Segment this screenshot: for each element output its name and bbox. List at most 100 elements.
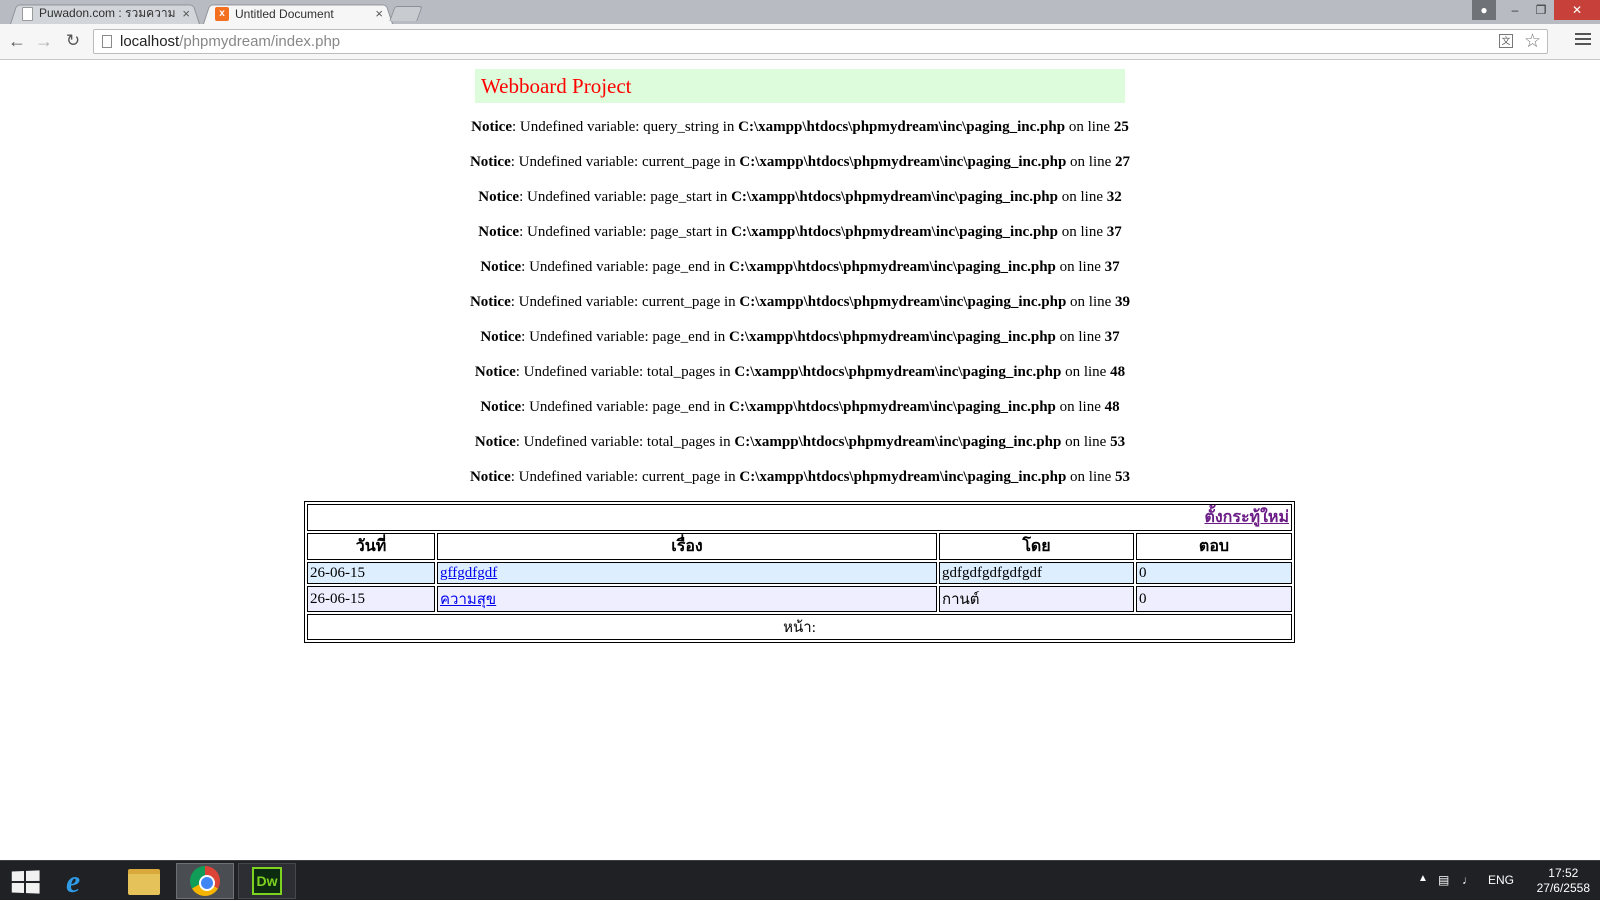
chrome-icon[interactable]	[190, 866, 220, 896]
language-indicator[interactable]: ENG	[1488, 873, 1514, 887]
notice-file-path: C:\xampp\htdocs\phpmydream\inc\paging_in…	[729, 399, 1056, 415]
topic-link[interactable]: gffgdfgdf	[440, 565, 497, 581]
clock[interactable]: 17:52 27/6/2558	[1537, 866, 1590, 896]
notice-label: Notice	[480, 259, 522, 275]
notice-line: Notice: Undefined variable: page_start i…	[0, 189, 1600, 206]
close-icon[interactable]: ×	[375, 6, 383, 21]
notice-line-number: 37	[1106, 224, 1122, 240]
notice-on-line: on line	[1066, 294, 1116, 310]
notice-line: Notice: Undefined variable: total_pages …	[0, 364, 1600, 381]
notice-label: Notice	[478, 189, 520, 205]
notice-label: Notice	[469, 154, 511, 170]
notice-label: Notice	[469, 469, 511, 485]
back-button[interactable]: ←	[7, 31, 27, 51]
browser-toolbar: ← → ↻ localhost/phpmydream/index.php 文 ☆	[0, 24, 1600, 60]
notice-message: : Undefined variable: query_string in	[511, 119, 739, 135]
notice-file-path: C:\xampp\htdocs\phpmydream\inc\paging_in…	[729, 329, 1056, 345]
notice-message: : Undefined variable: page_start in	[519, 189, 732, 205]
notice-line-number: 39	[1115, 294, 1131, 310]
close-icon[interactable]: ×	[182, 6, 190, 21]
restore-button[interactable]: ❐	[1528, 0, 1554, 20]
row-replies: 0	[1136, 586, 1292, 612]
notice-line-number: 27	[1115, 154, 1131, 170]
notice-on-line: on line	[1066, 469, 1116, 485]
column-header-replies: ตอบ	[1136, 533, 1292, 560]
row-date: 26-06-15	[307, 586, 435, 612]
notice-message: : Undefined variable: current_page in	[510, 154, 740, 170]
notice-file-path: C:\xampp\htdocs\phpmydream\inc\paging_in…	[734, 364, 1062, 380]
notice-message: : Undefined variable: page_end in	[521, 399, 729, 415]
notice-line-number: 37	[1104, 329, 1120, 345]
column-header-by: โดย	[939, 533, 1134, 560]
notice-on-line: on line	[1065, 119, 1114, 135]
notice-line-number: 48	[1104, 399, 1120, 415]
notice-file-path: C:\xampp\htdocs\phpmydream\inc\paging_in…	[739, 469, 1067, 485]
notice-label: Notice	[471, 119, 512, 135]
notice-line-number: 37	[1104, 259, 1120, 275]
bookmark-star-icon[interactable]: ☆	[1524, 30, 1541, 53]
notice-file-path: C:\xampp\htdocs\phpmydream\inc\paging_in…	[734, 434, 1062, 450]
url-text: localhost/phpmydream/index.php	[120, 30, 340, 53]
notice-file-path: C:\xampp\htdocs\phpmydream\inc\paging_in…	[731, 224, 1058, 240]
notice-file-path: C:\xampp\htdocs\phpmydream\inc\paging_in…	[731, 189, 1058, 205]
notice-line: Notice: Undefined variable: page_end in …	[0, 259, 1600, 276]
new-tab-button[interactable]	[389, 6, 423, 21]
forward-button[interactable]: →	[34, 31, 54, 51]
notice-line-number: 53	[1115, 469, 1131, 485]
reload-button[interactable]: ↻	[63, 31, 83, 51]
notice-label: Notice	[469, 294, 511, 310]
row-date: 26-06-15	[307, 562, 435, 584]
notice-line: Notice: Undefined variable: current_page…	[0, 154, 1600, 171]
close-window-button[interactable]: ✕	[1554, 0, 1600, 20]
clock-date: 27/6/2558	[1536, 881, 1590, 895]
file-explorer-icon[interactable]	[128, 869, 160, 895]
notice-message: : Undefined variable: page_end in	[521, 329, 729, 345]
notice-file-path: C:\xampp\htdocs\phpmydream\inc\paging_in…	[729, 259, 1056, 275]
notice-label: Notice	[480, 329, 522, 345]
address-bar[interactable]: localhost/phpmydream/index.php 文 ☆	[93, 29, 1548, 54]
row-author: gdfgdfgdfgdfgdf	[939, 562, 1134, 584]
table-row: 26-06-15 gffgdfgdf gdfgdfgdfgdfgdf 0	[307, 562, 1292, 584]
url-host: localhost	[120, 33, 180, 50]
row-author: กานต์	[939, 586, 1134, 612]
notice-line: Notice: Undefined variable: current_page…	[0, 469, 1600, 486]
windows-start-icon[interactable]	[11, 870, 40, 894]
topic-link[interactable]: ความสุข	[440, 592, 496, 608]
tab-strip: Puwadon.com : รวมความรู้... × x Untitled…	[0, 0, 1600, 25]
notice-on-line: on line	[1061, 434, 1111, 450]
notice-line: Notice: Undefined variable: page_end in …	[0, 329, 1600, 346]
row-topic-cell: ความสุข	[437, 586, 937, 612]
notice-on-line: on line	[1057, 189, 1107, 205]
notice-file-path: C:\xampp\htdocs\phpmydream\inc\paging_in…	[739, 154, 1067, 170]
notice-on-line: on line	[1061, 364, 1111, 380]
volume-icon[interactable]: ♩	[1462, 873, 1474, 887]
menu-icon[interactable]	[1575, 33, 1591, 48]
tab-puwadon[interactable]: Puwadon.com : รวมความรู้... ×	[10, 3, 200, 25]
clock-time: 17:52	[1548, 866, 1579, 880]
notice-message: : Undefined variable: total_pages in	[515, 364, 735, 380]
notice-line-number: 25	[1113, 119, 1129, 135]
notice-message: : Undefined variable: page_start in	[519, 224, 732, 240]
notice-line-number: 53	[1110, 434, 1126, 450]
internet-explorer-icon[interactable]: e	[66, 865, 80, 897]
row-topic-cell: gffgdfgdf	[437, 562, 937, 584]
dreamweaver-icon[interactable]: Dw	[252, 867, 282, 895]
minimize-button[interactable]: –	[1502, 0, 1528, 20]
user-icon[interactable]: ●	[1472, 0, 1496, 20]
webboard-table: ตั้งกระทู้ใหม่ วันที่ เรื่อง โดย ตอบ 26-…	[304, 501, 1295, 643]
tab-untitled-document[interactable]: x Untitled Document ×	[203, 3, 393, 25]
notice-label: Notice	[474, 434, 516, 450]
notice-file-path: C:\xampp\htdocs\phpmydream\inc\paging_in…	[739, 294, 1067, 310]
pagination: หน้า:	[307, 614, 1292, 640]
network-icon[interactable]: ▤	[1438, 873, 1449, 887]
notice-on-line: on line	[1055, 399, 1105, 415]
table-row: 26-06-15 ความสุข กานต์ 0	[307, 586, 1292, 612]
new-topic-link[interactable]: ตั้งกระทู้ใหม่	[1204, 509, 1289, 526]
show-hidden-icons-icon[interactable]: ▲	[1418, 873, 1428, 884]
translate-icon[interactable]: 文	[1499, 34, 1513, 48]
new-topic-cell: ตั้งกระทู้ใหม่	[307, 504, 1292, 531]
tab-title: Puwadon.com : รวมความรู้...	[39, 6, 176, 20]
notice-message: : Undefined variable: current_page in	[510, 294, 740, 310]
page-icon	[102, 35, 112, 48]
taskbar: e Dw ▲ ▤ ♩ ENG 17:52 27/6/2558	[0, 860, 1600, 900]
